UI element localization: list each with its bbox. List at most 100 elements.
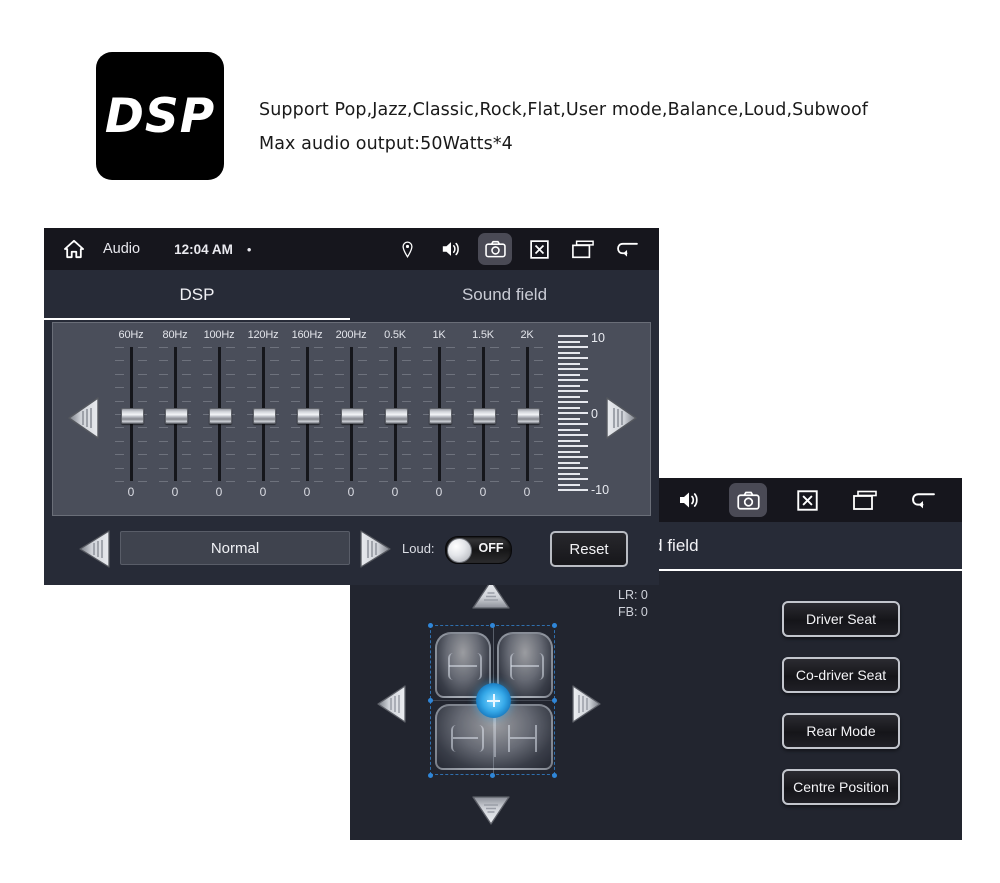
scale-tick	[558, 379, 588, 381]
soundfield-button-driver-seat[interactable]: Driver Seat	[782, 601, 900, 637]
eq-band-2k: 2K 0	[505, 329, 549, 511]
tab-dsp[interactable]: DSP	[44, 270, 350, 320]
volume-icon[interactable]	[671, 484, 707, 516]
soundfield-button-rear-mode[interactable]: Rear Mode	[782, 713, 900, 749]
selection-handle-bl[interactable]	[428, 773, 433, 778]
eq-band-0.5k: 0.5K 0	[373, 329, 417, 511]
eq-band-label: 1.5K	[472, 329, 494, 341]
loudness-label: Loud:	[402, 541, 435, 556]
scale-tick	[558, 467, 588, 469]
header-line-1: Support Pop,Jazz,Classic,Rock,Flat,User …	[259, 100, 869, 120]
seat-balance-widget	[370, 577, 610, 832]
equalizer-panel: 60Hz 0 80Hz 0 100Hz 0 120Hz 0 160Hz 0 200Hz 0 0.5K 0 1…	[52, 322, 651, 516]
dsp-logo: DSP	[96, 52, 224, 180]
scale-tick	[558, 489, 588, 491]
header-description: Support Pop,Jazz,Classic,Rock,Flat,User …	[259, 93, 959, 161]
soundfield-button-centre-position[interactable]: Centre Position	[782, 769, 900, 805]
preset-value-field[interactable]: Normal	[120, 531, 350, 565]
screenshot-camera-icon[interactable]	[478, 233, 512, 265]
eq-band-label: 0.5K	[384, 329, 406, 341]
back-arrow-icon[interactable]	[905, 484, 941, 516]
statusbar-right-group	[385, 233, 649, 265]
soundfield-button-label: Centre Position	[793, 779, 889, 795]
scale-ticks	[558, 335, 590, 493]
eq-prev-arrow-icon[interactable]	[67, 395, 101, 441]
home-icon[interactable]	[59, 234, 89, 264]
selection-handle-tr[interactable]	[552, 623, 557, 628]
eq-band-thumb[interactable]	[253, 408, 276, 424]
eq-band-value: 0	[215, 485, 223, 499]
eq-band-thumb[interactable]	[385, 408, 408, 424]
tab-dsp-active-underline	[44, 318, 350, 320]
eq-band-thumb[interactable]	[209, 408, 232, 424]
readout-fb: FB: 0	[618, 605, 648, 619]
eq-band-label: 80Hz	[162, 329, 188, 341]
scale-tick	[558, 428, 580, 431]
statusbar-left-group: Audio 12:04 AM •	[54, 234, 251, 264]
eq-band-thumb[interactable]	[429, 408, 452, 424]
eq-band-value: 0	[347, 485, 355, 499]
eq-band-value: 0	[435, 485, 443, 499]
selection-handle-mr[interactable]	[552, 698, 557, 703]
seat-rear-divider	[494, 718, 496, 757]
soundfield-body: LR: 0 FB: 0 Driver Seat Co-driver Seat R…	[350, 573, 962, 840]
eq-band-1.5k: 1.5K 0	[461, 329, 505, 511]
eq-band-thumb[interactable]	[165, 408, 188, 424]
eq-band-thumb[interactable]	[297, 408, 320, 424]
reset-button-label: Reset	[569, 540, 609, 558]
readout-lr: LR: 0	[618, 588, 648, 602]
preset-value-text: Normal	[210, 539, 260, 557]
selection-handle-ml[interactable]	[428, 698, 433, 703]
balance-down-arrow-icon[interactable]	[470, 794, 512, 826]
scale-tick	[558, 472, 580, 475]
scale-tick	[558, 445, 588, 447]
back-arrow-icon[interactable]	[610, 234, 644, 264]
scale-label-mid: 0	[591, 407, 598, 421]
eq-band-thumb[interactable]	[341, 408, 364, 424]
volume-icon[interactable]	[434, 234, 468, 264]
eq-band-60hz: 60Hz 0	[109, 329, 153, 511]
scale-tick	[558, 351, 580, 354]
eq-band-thumb[interactable]	[121, 408, 144, 424]
tab-sound-field[interactable]: Sound field	[350, 270, 659, 320]
balance-readout: LR: 0 FB: 0	[618, 587, 648, 621]
product-description-header: DSP Support Pop,Jazz,Classic,Rock,Flat,U…	[0, 0, 1000, 215]
screenshot-camera-icon[interactable]	[729, 483, 767, 517]
eq-band-value: 0	[303, 485, 311, 499]
eq-band-120hz: 120Hz 0	[241, 329, 285, 511]
preset-next-arrow-icon[interactable]	[358, 528, 392, 570]
selection-handle-tl[interactable]	[428, 623, 433, 628]
preset-prev-arrow-icon[interactable]	[78, 528, 112, 570]
seat-selection-box[interactable]	[428, 623, 557, 778]
eq-band-label: 2K	[520, 329, 534, 341]
eq-band-100hz: 100Hz 0	[197, 329, 241, 511]
close-x-icon[interactable]	[789, 484, 825, 516]
scale-tick	[558, 423, 588, 425]
eq-band-value: 0	[171, 485, 179, 499]
eq-band-label: 100Hz	[203, 329, 235, 341]
scale-tick	[558, 406, 580, 409]
recent-apps-icon[interactable]	[847, 484, 883, 516]
equalizer-inner: 60Hz 0 80Hz 0 100Hz 0 120Hz 0 160Hz 0 200Hz 0 0.5K 0 1…	[53, 323, 650, 515]
reset-button[interactable]: Reset	[550, 531, 628, 567]
soundfield-button-co-driver-seat[interactable]: Co-driver Seat	[782, 657, 900, 693]
eq-band-160hz: 160Hz 0	[285, 329, 329, 511]
equalizer-bands: 60Hz 0 80Hz 0 100Hz 0 120Hz 0 160Hz 0 200Hz 0 0.5K 0 1…	[109, 329, 549, 511]
selection-handle-tc[interactable]	[490, 623, 495, 628]
scale-tick	[558, 456, 588, 458]
loudness-toggle-knob	[447, 538, 472, 563]
close-x-icon[interactable]	[522, 234, 556, 264]
eq-band-thumb[interactable]	[473, 408, 496, 424]
dsp-screen-panel: Audio 12:04 AM • DSP Sound field 60Hz 0 …	[44, 228, 659, 585]
eq-band-thumb[interactable]	[517, 408, 540, 424]
location-pin-icon[interactable]	[390, 234, 424, 264]
scale-tick	[558, 461, 580, 464]
recent-apps-icon[interactable]	[566, 234, 600, 264]
balance-position-marker[interactable]	[476, 683, 511, 718]
loudness-toggle[interactable]: OFF	[445, 536, 512, 564]
scale-tick	[558, 340, 580, 343]
balance-right-arrow-icon[interactable]	[570, 683, 602, 725]
selection-handle-bc[interactable]	[490, 773, 495, 778]
balance-left-arrow-icon[interactable]	[376, 683, 408, 725]
selection-handle-br[interactable]	[552, 773, 557, 778]
